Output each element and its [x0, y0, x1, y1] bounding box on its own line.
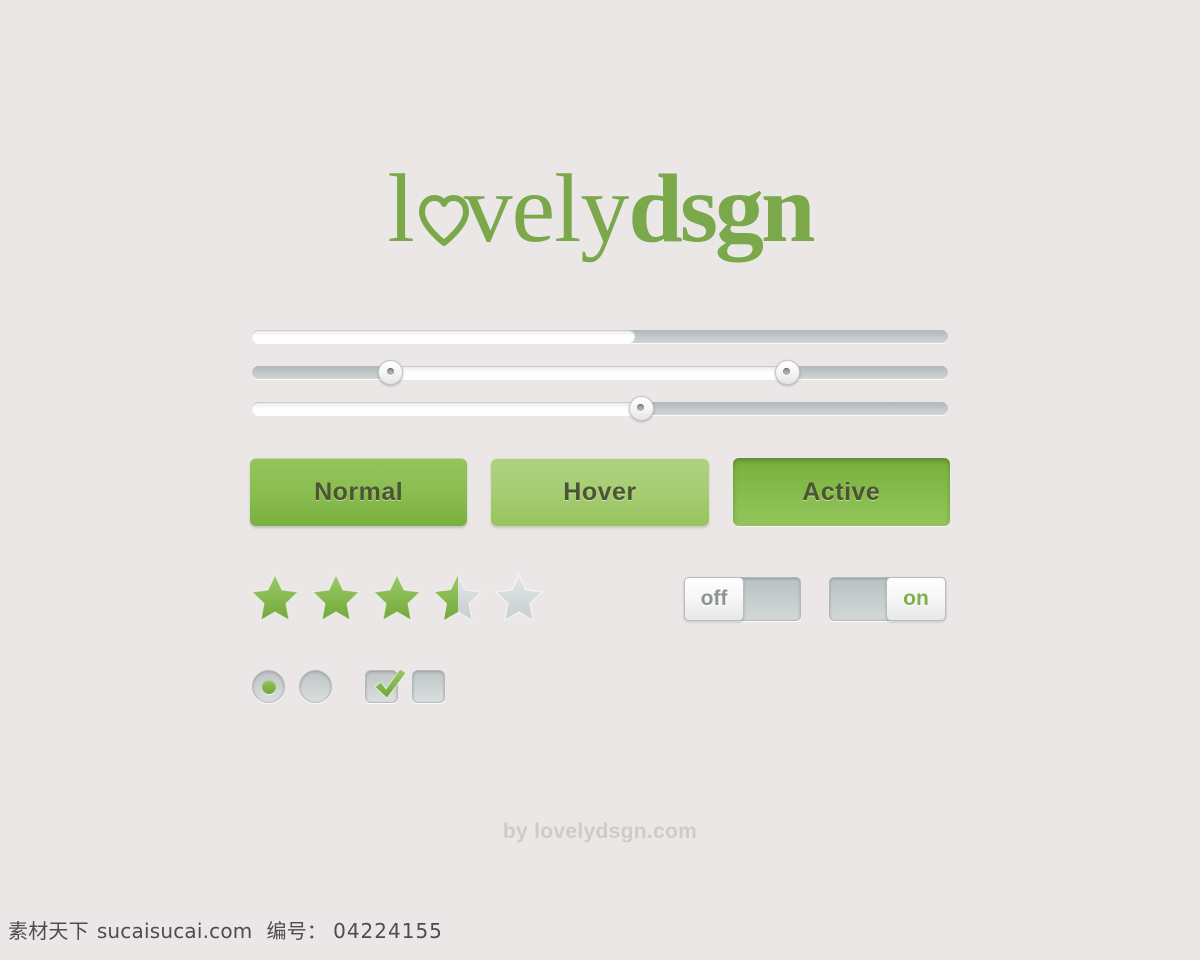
toggle-switch-on[interactable]: on [829, 577, 946, 621]
star-rating[interactable] [250, 572, 544, 622]
star-icon-1-full[interactable] [250, 572, 300, 622]
range-slider-fill [391, 366, 788, 379]
watermark-site-cn: 素材天下 [8, 919, 89, 943]
check-icon [374, 668, 407, 699]
hover-button[interactable]: Hover [491, 458, 709, 526]
footer-credit: by lovelydsgn.com [502, 820, 698, 843]
watermark-site-url: sucaisucai.com [96, 919, 253, 943]
logo-text-part1: l [387, 155, 414, 263]
radio-button-unselected[interactable] [299, 670, 332, 703]
single-slider[interactable] [252, 395, 948, 421]
brand-logo: l velydsgn [387, 160, 815, 258]
progress-bar-fill [252, 330, 635, 343]
range-slider-handle-min[interactable] [378, 359, 404, 385]
choices-group [252, 668, 445, 703]
watermark-id-label: 编号： [266, 919, 328, 943]
single-slider-fill [252, 402, 642, 415]
star-icon-3-full[interactable] [372, 572, 422, 622]
toggles-group: off on [684, 577, 946, 621]
logo-area: l velydsgn [0, 160, 1200, 280]
radio-button-selected[interactable] [252, 670, 285, 703]
progress-bar[interactable] [252, 330, 948, 343]
sliders-group [252, 330, 948, 438]
logo-text-part2: vely [463, 155, 630, 263]
logo-text-part3: dsgn [628, 155, 815, 263]
buttons-group: Normal Hover Active [250, 458, 950, 526]
single-slider-handle[interactable] [628, 395, 654, 421]
range-slider-handle-max[interactable] [774, 359, 800, 385]
active-button[interactable]: Active [732, 458, 950, 526]
checkbox-unchecked[interactable] [412, 670, 445, 703]
watermark-id-value: 04224155 [333, 919, 443, 943]
star-icon-5-empty[interactable] [494, 572, 544, 622]
watermark: 素材天下 sucaisucai.com 编号： 04224155 [8, 915, 443, 944]
checkbox-checked[interactable] [365, 668, 407, 703]
normal-button[interactable]: Normal [250, 458, 468, 526]
toggle-off-knob[interactable]: off [684, 577, 744, 621]
toggle-switch-off[interactable]: off [684, 577, 801, 621]
range-slider[interactable] [252, 359, 948, 385]
toggle-on-knob[interactable]: on [886, 577, 946, 621]
star-icon-4-half[interactable] [433, 572, 483, 622]
star-icon-2-full[interactable] [311, 572, 361, 622]
